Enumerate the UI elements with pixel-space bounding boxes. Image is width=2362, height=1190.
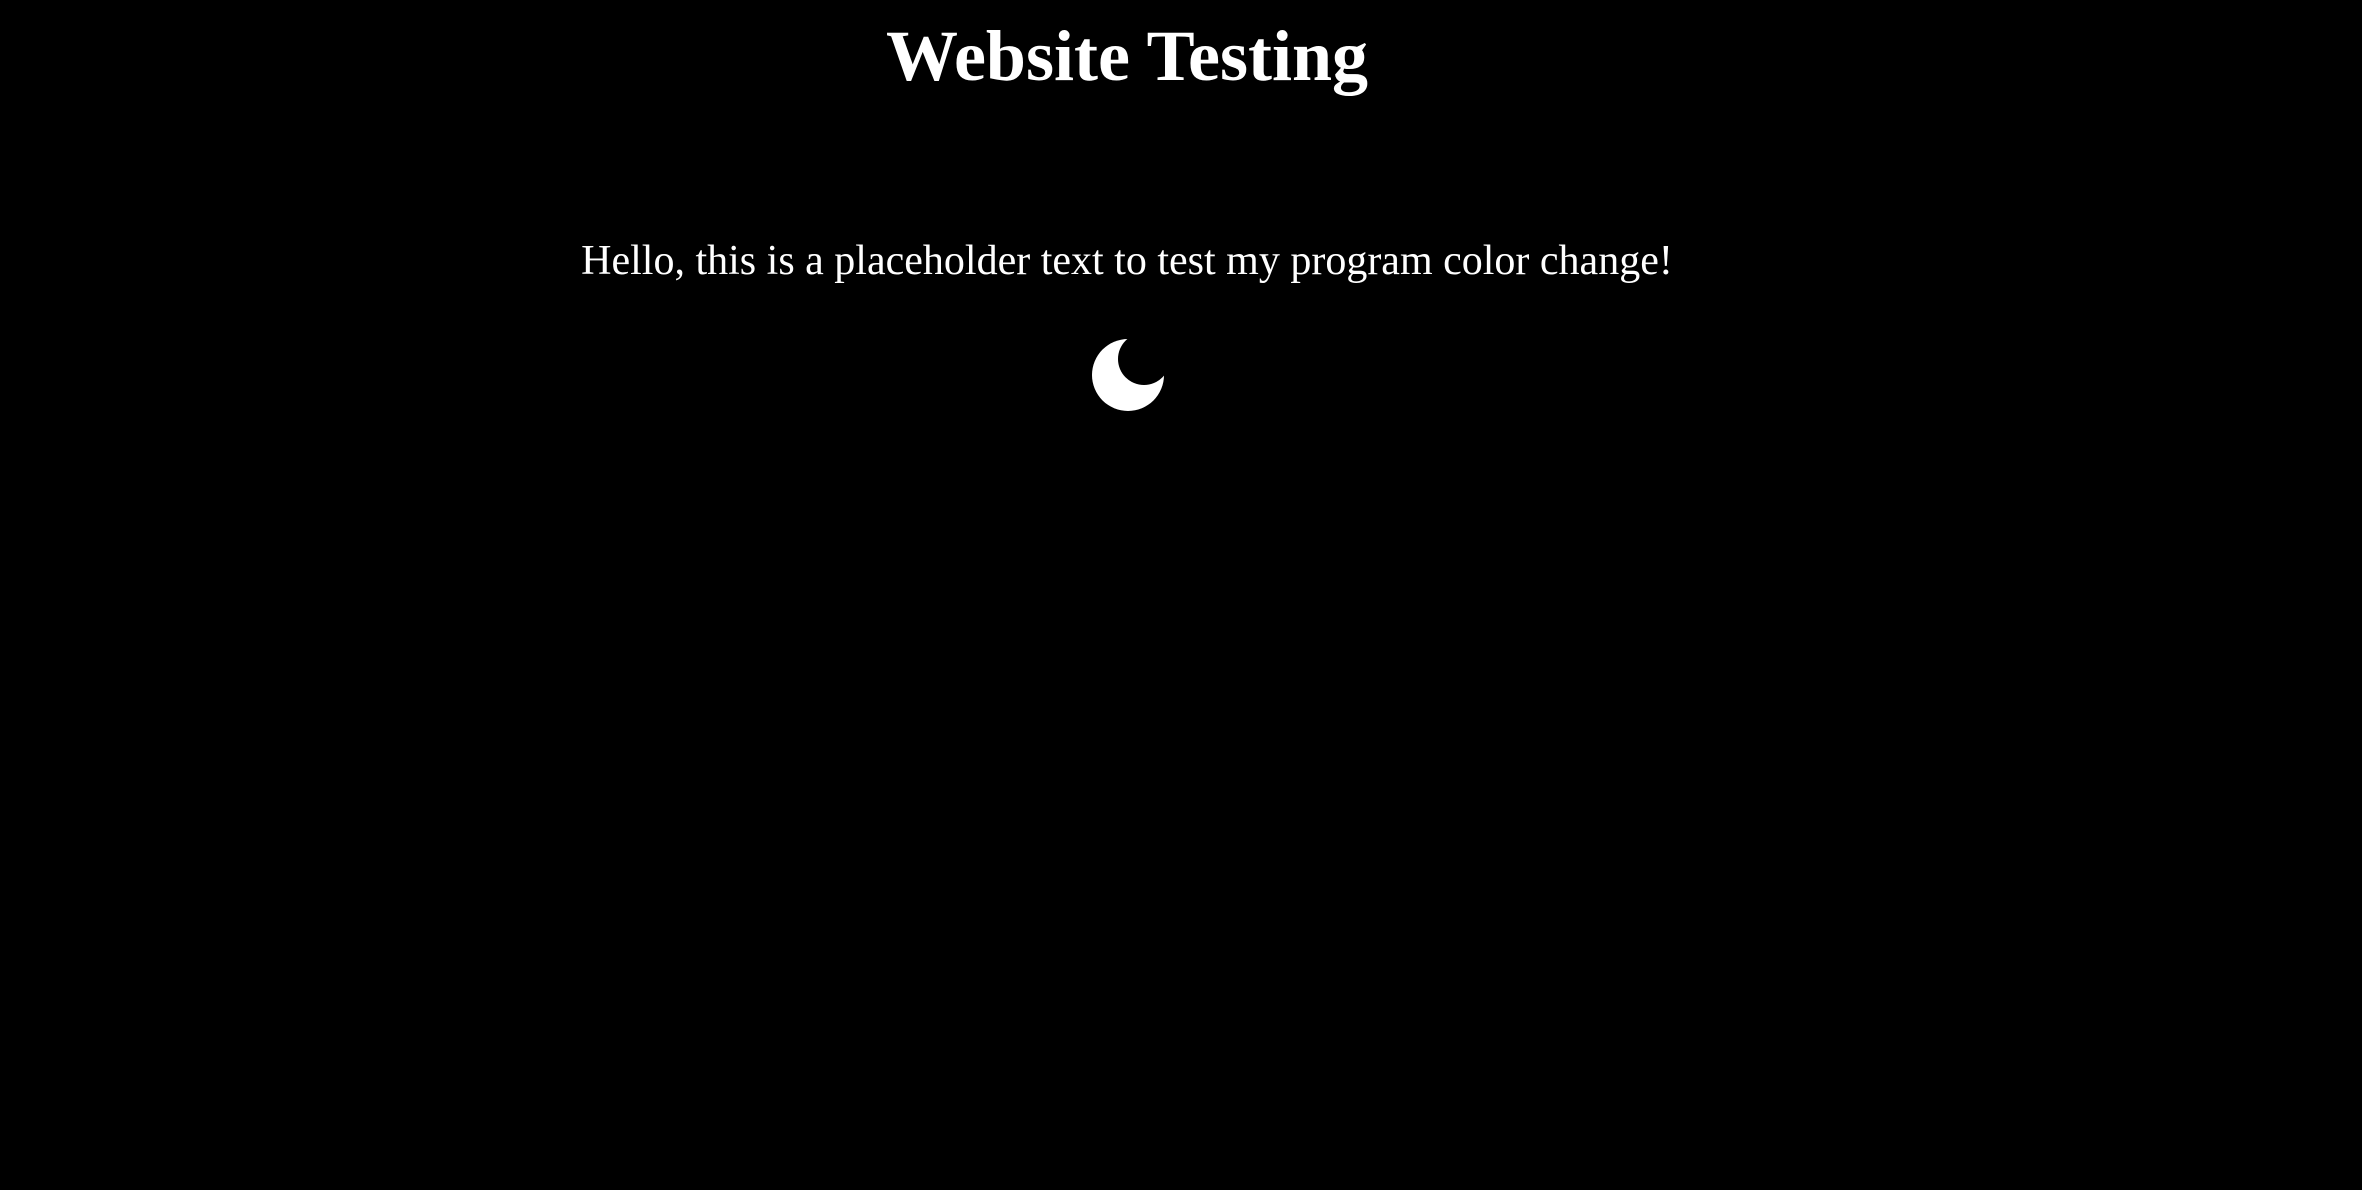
page: Website Testing Hello, this is a placeho… xyxy=(0,0,2362,1190)
moon-icon xyxy=(1092,339,1164,411)
placeholder-text: Hello, this is a placeholder text to tes… xyxy=(581,238,1673,284)
page-title: Website Testing xyxy=(885,16,1369,96)
theme-toggle-button[interactable] xyxy=(1088,335,1168,415)
